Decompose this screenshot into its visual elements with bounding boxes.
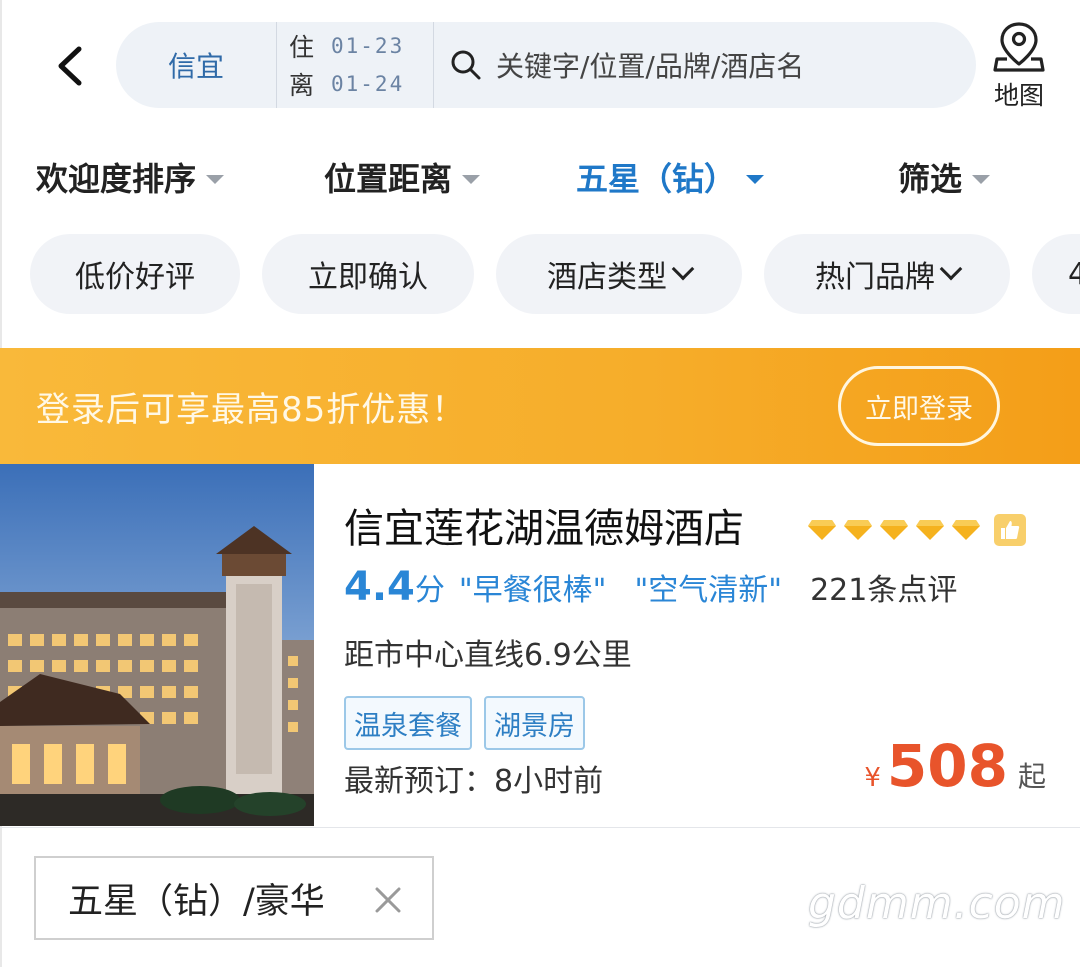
sort-distance[interactable]: 位置距离 (324, 146, 481, 208)
chevron-down-icon (939, 257, 963, 281)
diamond-icon (952, 520, 980, 540)
search-placeholder: 关键字/位置/品牌/酒店名 (496, 50, 805, 83)
map-button[interactable]: 地图 (984, 18, 1054, 114)
review-count: 221条点评 (810, 573, 958, 608)
price-amount: 508 (886, 732, 1008, 800)
checkin-tag: 住 (289, 33, 315, 62)
diamond-rating (808, 514, 1026, 546)
caret-down-icon (746, 174, 765, 184)
distance-text: 距市中心直线6.9公里 (344, 638, 632, 673)
search-input[interactable]: 关键字/位置/品牌/酒店名 (434, 22, 976, 108)
city-selector[interactable]: 信宜 (116, 45, 276, 85)
sort-filter[interactable]: 筛选 (898, 146, 991, 208)
checkout-date: 01-24 (331, 72, 405, 96)
feature-tag: 温泉套餐 (344, 696, 472, 750)
recent-booking: 最新预订：8小时前 (344, 764, 604, 799)
chip-label: 低价好评 (75, 260, 195, 295)
chip-label: 立即确认 (308, 260, 428, 295)
sort-bar: 欢迎度排序 位置距离 五星（钻） 筛选 (0, 146, 1080, 208)
promo-text: 登录后可享最高85折优惠！ (36, 389, 467, 430)
chip-label: 酒店类型 (547, 260, 667, 295)
hotel-name: 信宜莲花湖温德姆酒店 (344, 506, 744, 552)
caret-down-icon (206, 174, 225, 184)
caret-down-icon (972, 174, 991, 184)
thumbs-up-icon (994, 514, 1026, 546)
checkin-date: 01-23 (331, 34, 405, 58)
hotel-photo (0, 464, 314, 826)
hotel-card[interactable]: 信宜莲花湖温德姆酒店 4.4 分 "早餐很棒" "空气清新" 221条点评 距市… (0, 464, 1080, 828)
chip-label: 热门品牌 (815, 260, 935, 295)
map-label: 地图 (993, 81, 1044, 110)
sort-popularity-label: 欢迎度排序 (36, 160, 197, 198)
price-suffix: 起 (1017, 760, 1046, 793)
back-button[interactable] (40, 36, 100, 96)
chip-label: 4 (1068, 256, 1080, 292)
map-pin-icon (993, 22, 1045, 72)
checkout-tag: 离 (289, 71, 315, 100)
hotel-info: 信宜莲花湖温德姆酒店 4.4 分 "早餐很棒" "空气清新" 221条点评 距市… (344, 464, 1064, 826)
price: ¥ 508 起 (864, 732, 1046, 800)
chevron-down-icon (671, 257, 695, 281)
date-selector[interactable]: 住 01-23 离 01-24 (277, 22, 433, 108)
checkout-row: 离 01-24 (289, 65, 433, 103)
review-highlight: "早餐很棒" (458, 573, 607, 608)
feature-tag: 湖景房 (484, 696, 585, 750)
chip-instant-confirm[interactable]: 立即确认 (262, 234, 474, 314)
search-icon (451, 50, 481, 80)
review-score: 4.4 (344, 564, 415, 610)
chip-popular-brands[interactable]: 热门品牌 (764, 234, 1010, 314)
chevron-left-icon (58, 46, 82, 86)
search-bar: 信宜 住 01-23 离 01-24 关键字/位置/品牌/酒店名 (116, 22, 976, 108)
close-icon[interactable] (372, 884, 404, 916)
caret-down-icon (462, 174, 481, 184)
feature-tags: 温泉套餐 湖景房 (344, 696, 597, 750)
review-highlight: "空气清新" (634, 573, 783, 608)
chip-hotel-type[interactable]: 酒店类型 (496, 234, 742, 314)
sort-distance-label: 位置距离 (324, 160, 453, 198)
active-filter-label: 五星（钻）/豪华 (68, 881, 325, 922)
promo-banner: 登录后可享最高85折优惠！ 立即登录 (0, 348, 1080, 464)
quick-filter-bar: 低价好评 立即确认 酒店类型 热门品牌 4 (0, 234, 1080, 314)
diamond-icon (844, 520, 872, 540)
chip-low-price-good-review[interactable]: 低价好评 (30, 234, 240, 314)
diamond-icon (808, 520, 836, 540)
chip-more[interactable]: 4 (1032, 234, 1080, 314)
checkin-row: 住 01-23 (289, 27, 433, 65)
rating-row: 4.4 分 "早餐很棒" "空气清新" 221条点评 (344, 564, 957, 614)
sort-star-rating-label: 五星（钻） (576, 160, 737, 198)
score-unit: 分 (414, 573, 445, 608)
diamond-icon (880, 520, 908, 540)
login-button[interactable]: 立即登录 (838, 366, 1000, 446)
sort-filter-label: 筛选 (898, 160, 963, 198)
active-filter-chip: 五星（钻）/豪华 (34, 856, 434, 940)
sort-star-rating[interactable]: 五星（钻） (576, 146, 765, 208)
watermark: gdmm.com (808, 878, 1066, 929)
header: 信宜 住 01-23 离 01-24 关键字/位置/品牌/酒店名 地图 (0, 0, 1080, 130)
sort-popularity[interactable]: 欢迎度排序 (36, 146, 225, 208)
currency-symbol: ¥ (864, 763, 881, 793)
diamond-icon (916, 520, 944, 540)
